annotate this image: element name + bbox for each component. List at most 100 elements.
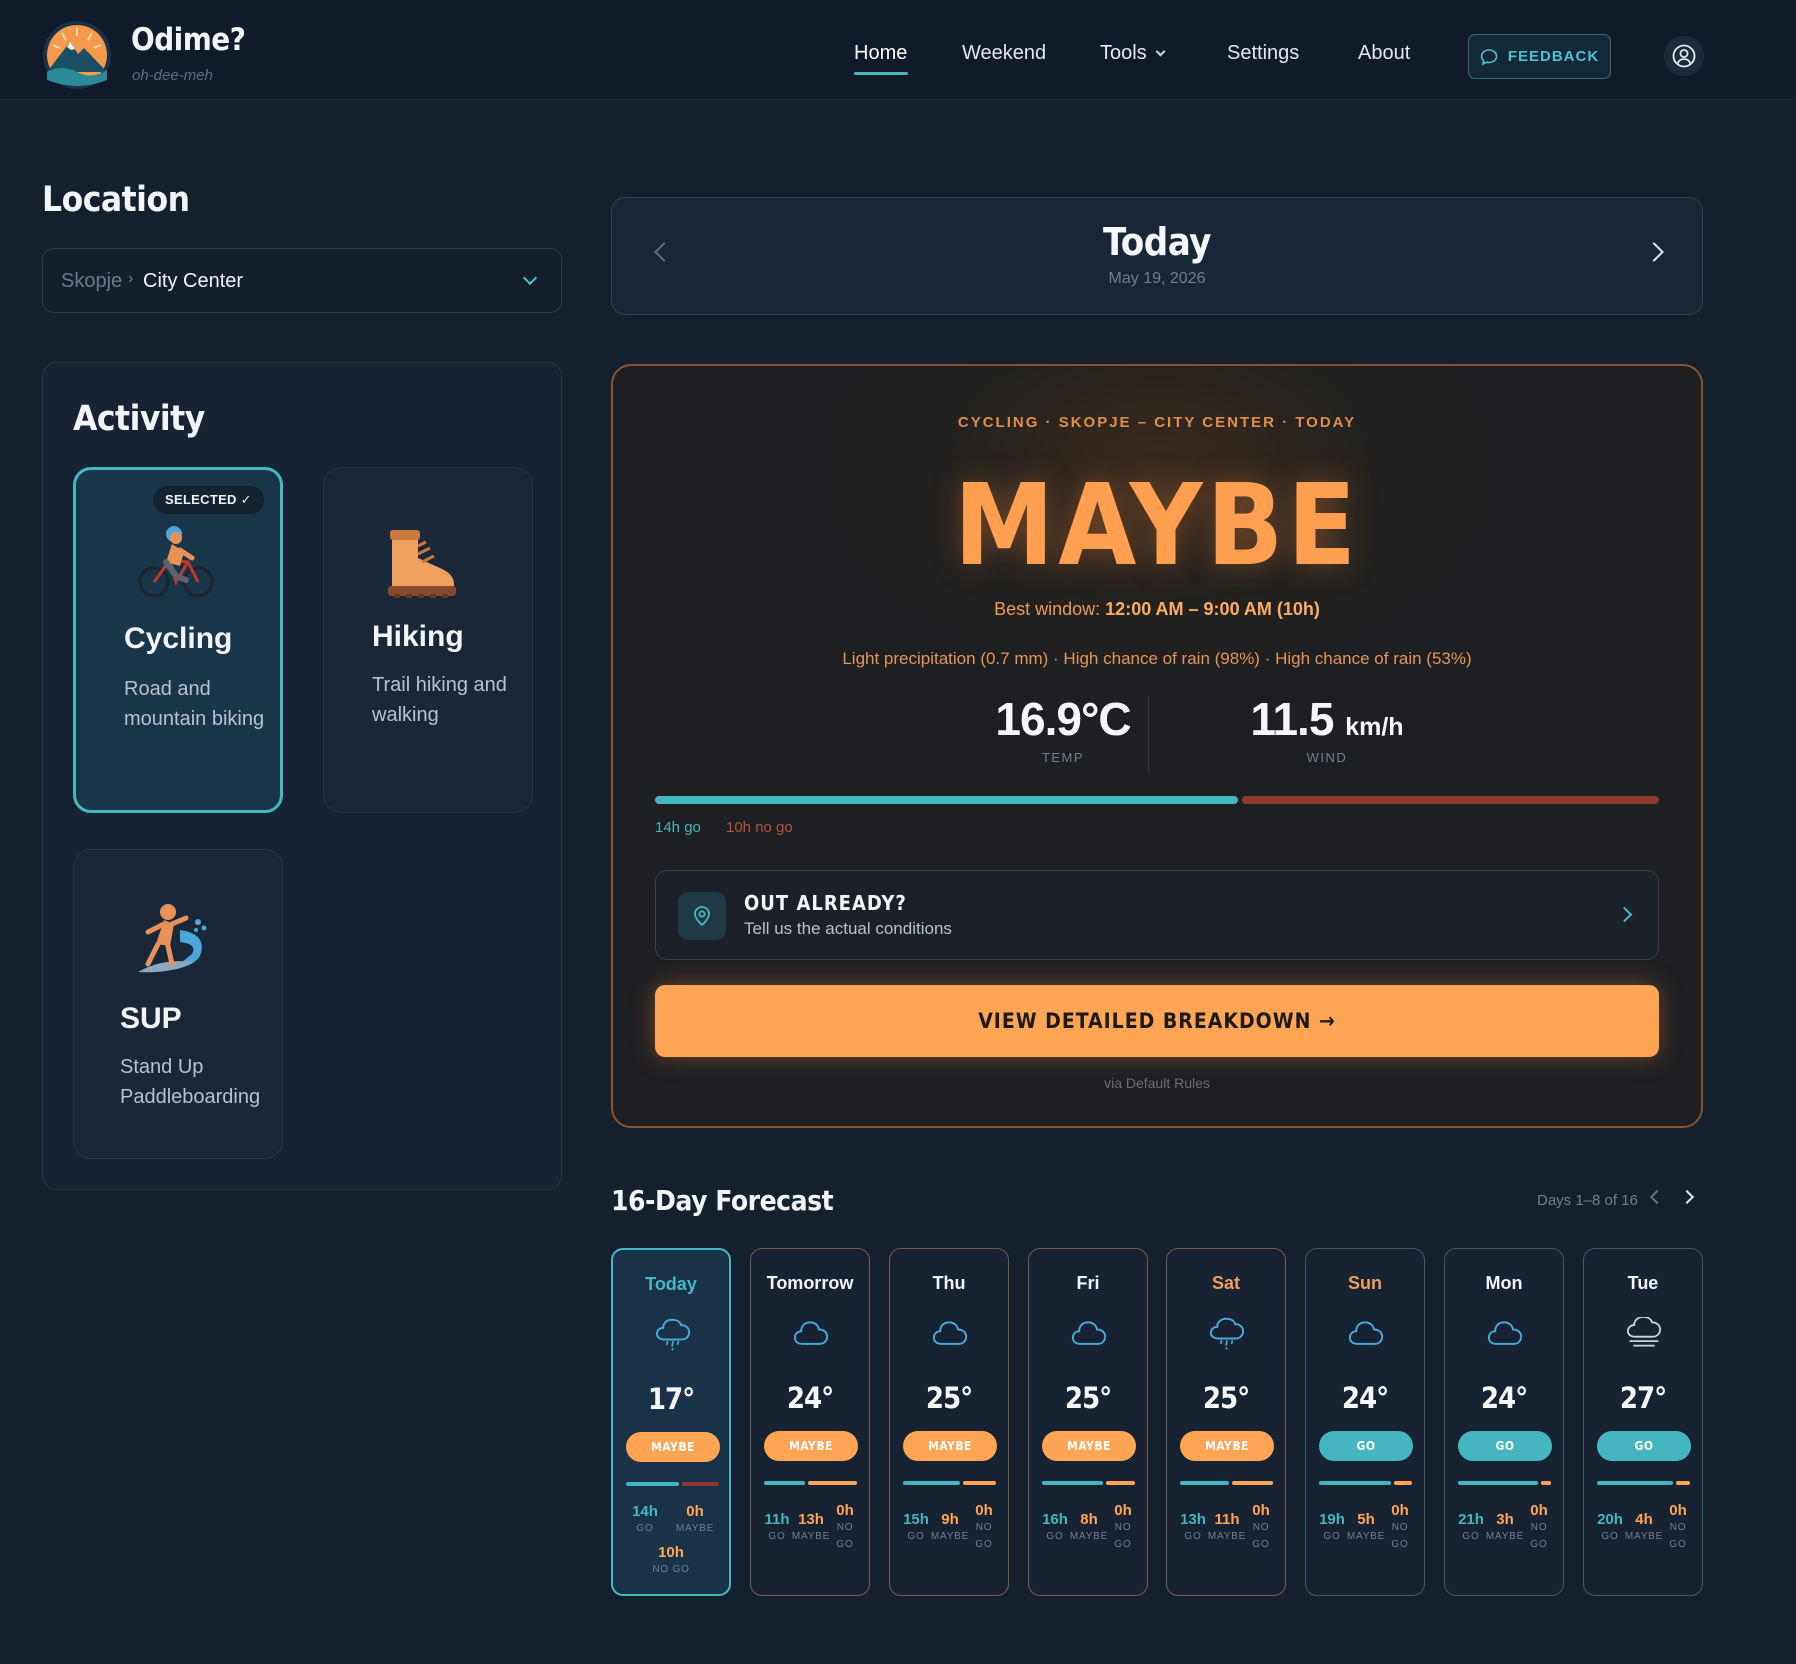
forecast-day-name: Sat (1211, 1273, 1240, 1293)
forecast-day-card[interactable]: Tomorrow 24° MAYBE 11h GO 13h MAYBE 0h NO GO (750, 1248, 870, 1596)
activity-card-hiking[interactable]: Hiking Trail hiking and walking (323, 467, 533, 813)
cloud-icon (1071, 1321, 1107, 1345)
maybe-segment (808, 1481, 857, 1485)
activity-card-sup[interactable]: SUP Stand Up Paddleboarding (73, 849, 283, 1159)
nogo-hours: 0h (1391, 1502, 1409, 1519)
forecast-range: Days 1–8 of 16 (1537, 1192, 1638, 1209)
nogo-label-line2: GO (1669, 1539, 1687, 1550)
best-window-label: Best window: (994, 599, 1101, 619)
forecast-day-temp: 24° (786, 1381, 834, 1415)
nogo-label: NO GO (652, 1564, 690, 1575)
stat-divider (1148, 696, 1149, 772)
forecast-verdict-badge: MAYBE (1180, 1431, 1274, 1461)
feedback-button[interactable]: FEEDBACK (1468, 34, 1611, 79)
mountain-sun-logo-icon[interactable] (42, 20, 112, 90)
forecast-day-name: Fri (1076, 1273, 1100, 1293)
forecast-day-temp: 17° (647, 1382, 695, 1416)
activity-card-cycling[interactable]: SELECTED ✓ Cycling Road and mountain bik… (73, 467, 283, 813)
cloud-rain-icon (655, 1318, 691, 1351)
selected-badge: SELECTED ✓ (153, 486, 264, 514)
go-hours-label: 14h go (655, 819, 701, 836)
forecast-day-card[interactable]: Sun 24° GO 19h GO 5h MAYBE 0h NO GO (1305, 1248, 1425, 1596)
nav-settings[interactable]: Settings (1227, 42, 1299, 65)
top-header: Odime? oh-dee-meh Home Weekend Tools Set… (0, 0, 1796, 100)
forecast-verdict-badge: MAYBE (626, 1432, 720, 1462)
nogo-stat: 0h NO GO (825, 1502, 865, 1553)
maybe-hours: 0h (686, 1503, 704, 1520)
go-label: GO (636, 1523, 654, 1534)
nogo-stat: 0h NO GO (1519, 1502, 1559, 1553)
nogo-stat: 0h NO GO (1658, 1502, 1698, 1553)
nav-weekend[interactable]: Weekend (962, 42, 1046, 65)
nogo-stat: 10h NO GO (651, 1544, 691, 1578)
cloud-icon (932, 1321, 968, 1345)
verdict-word: MAYBE (953, 461, 1361, 591)
forecast-day-card[interactable]: Fri 25° MAYBE 16h GO 8h MAYBE 0h NO GO (1028, 1248, 1148, 1596)
cyclist-icon (138, 526, 214, 598)
hiking-boot-icon (388, 530, 456, 598)
forecast-verdict-badge: MAYBE (903, 1431, 997, 1461)
forecast-day-name: Today (645, 1274, 697, 1294)
forecast-day-card[interactable]: Mon 24° GO 21h GO 3h MAYBE 0h NO GO (1444, 1248, 1564, 1596)
verdict-context: CYCLING · SKOPJE – CITY CENTER · TODAY (957, 414, 1357, 431)
nogo-hours: 0h (1114, 1502, 1132, 1519)
activity-description: Road and mountain biking (124, 678, 265, 730)
nogo-hours: 0h (836, 1502, 854, 1519)
activity-description: Trail hiking and walking (372, 674, 507, 726)
forecast-hours-bar (626, 1482, 720, 1486)
wind-number: 11.5 (1250, 693, 1334, 745)
go-segment (903, 1481, 960, 1485)
location-area: City Center (143, 270, 244, 292)
forecast-heading: 16-Day Forecast (611, 1184, 834, 1217)
chevron-right-icon[interactable] (1679, 1189, 1695, 1205)
forecast-verdict-badge: MAYBE (764, 1431, 858, 1461)
feedback-label: FEEDBACK (1507, 48, 1600, 65)
chevron-right-icon (1616, 906, 1633, 923)
temperature-value: 16.9°C (995, 693, 1131, 745)
maybe-label: MAYBE (675, 1523, 715, 1534)
forecast-day-card[interactable]: Sat 25° MAYBE 13h GO 11h MAYBE 0h NO GO (1166, 1248, 1286, 1596)
go-hours: 14h (632, 1503, 658, 1520)
forecast-day-card[interactable]: Today 17° MAYBE 14h GO 0h MAYBE 10h NO GO (611, 1248, 731, 1596)
nav-tools[interactable]: Tools (1100, 42, 1166, 65)
view-breakdown-button[interactable]: VIEW DETAILED BREAKDOWN → (655, 985, 1659, 1057)
chevron-left-icon[interactable] (1649, 1189, 1665, 1205)
nogo-segment (681, 1482, 719, 1486)
nav-active-indicator (854, 72, 908, 75)
location-heading: Location (42, 180, 190, 220)
nogo-hours: 0h (975, 1502, 993, 1519)
forecast-day-card[interactable]: Thu 25° MAYBE 15h GO 9h MAYBE 0h NO GO (889, 1248, 1009, 1596)
forecast-day-card[interactable]: Tue 27° GO 20h GO 4h MAYBE 0h NO GO (1583, 1248, 1703, 1596)
cloud-icon (1348, 1321, 1384, 1345)
forecast-hours-bar (1042, 1481, 1136, 1485)
nogo-label-line1: NO (1530, 1522, 1548, 1533)
nogo-hours-label: 10h no go (726, 819, 793, 836)
report-conditions-row[interactable]: OUT ALREADY? Tell us the actual conditio… (655, 870, 1659, 960)
temperature-label: TEMP (1041, 750, 1085, 765)
map-pin-icon (678, 892, 726, 940)
chevron-down-icon (1155, 46, 1166, 57)
verdict-card: CYCLING · SKOPJE – CITY CENTER · TODAY M… (611, 364, 1703, 1128)
location-dropdown[interactable]: Skopje › City Center (42, 248, 562, 313)
brand-name[interactable]: Odime? (131, 22, 246, 58)
maybe-stat: 0h MAYBE (675, 1503, 715, 1537)
nogo-stat: 0h NO GO (1103, 1502, 1143, 1553)
forecast-day-temp: 27° (1619, 1381, 1667, 1415)
forecast-verdict-badge: GO (1319, 1431, 1413, 1461)
go-segment (1597, 1481, 1674, 1485)
go-segment (626, 1482, 679, 1486)
cloud-icon (793, 1321, 829, 1345)
rules-source: via Default Rules (1104, 1075, 1210, 1091)
nogo-label-line1: NO (975, 1522, 993, 1533)
go-nogo-bar (655, 796, 1659, 804)
go-segment (1458, 1481, 1539, 1485)
forecast-hours-bar (764, 1481, 858, 1485)
nav-about[interactable]: About (1358, 42, 1410, 65)
forecast-day-temp: 24° (1480, 1381, 1528, 1415)
activity-heading: Activity (73, 399, 205, 439)
best-window-value: 12:00 AM – 9:00 AM (10h) (1105, 599, 1320, 619)
nav-home[interactable]: Home (854, 42, 907, 65)
go-segment (1319, 1481, 1392, 1485)
user-account-button[interactable] (1664, 36, 1704, 76)
nogo-stat: 0h NO GO (1380, 1502, 1420, 1553)
